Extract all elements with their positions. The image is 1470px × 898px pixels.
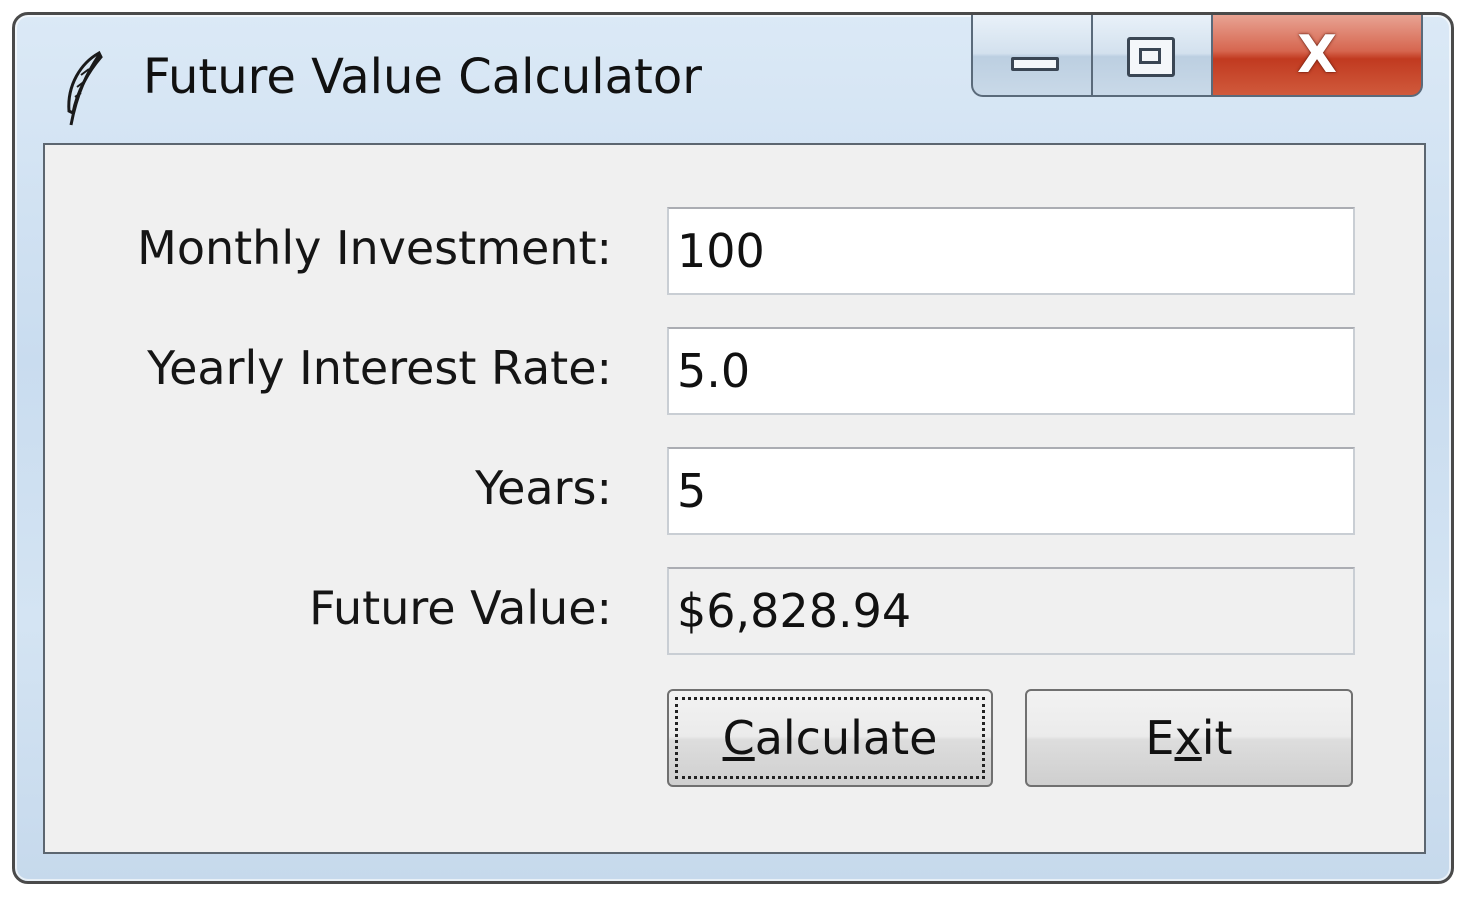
- calculate-accelerator: C: [722, 711, 755, 765]
- yearly-interest-rate-input[interactable]: [667, 327, 1355, 415]
- exit-label-post: it: [1201, 711, 1233, 765]
- feather-icon: [67, 50, 103, 126]
- window-title: Future Value Calculator: [143, 49, 702, 105]
- app-window: Future Value Calculator X Monthly Invest…: [12, 12, 1454, 884]
- calculate-button[interactable]: Calculate: [667, 689, 993, 787]
- calculate-label-rest: alculate: [754, 711, 938, 765]
- exit-button[interactable]: Exit: [1025, 689, 1353, 787]
- future-value-label: Future Value:: [309, 581, 612, 635]
- caption-buttons: X: [971, 15, 1427, 101]
- years-label: Years:: [475, 461, 612, 515]
- minimize-icon: [1011, 57, 1059, 71]
- yearly-interest-rate-label: Yearly Interest Rate:: [147, 341, 612, 395]
- calculate-button-label: Calculate: [723, 711, 938, 765]
- close-icon: X: [1296, 25, 1338, 85]
- future-value-output: [667, 567, 1355, 655]
- years-input[interactable]: [667, 447, 1355, 535]
- monthly-investment-label: Monthly Investment:: [137, 221, 612, 275]
- exit-label-pre: E: [1145, 711, 1175, 765]
- exit-accelerator: x: [1174, 711, 1202, 765]
- exit-button-label: Exit: [1145, 711, 1232, 765]
- title-bar[interactable]: Future Value Calculator X: [15, 15, 1451, 143]
- monthly-investment-input[interactable]: [667, 207, 1355, 295]
- minimize-button[interactable]: [971, 15, 1093, 97]
- maximize-button[interactable]: [1093, 15, 1213, 97]
- form-panel: Monthly Investment: Yearly Interest Rate…: [43, 143, 1426, 854]
- maximize-icon: [1127, 37, 1175, 77]
- close-button[interactable]: X: [1213, 15, 1423, 97]
